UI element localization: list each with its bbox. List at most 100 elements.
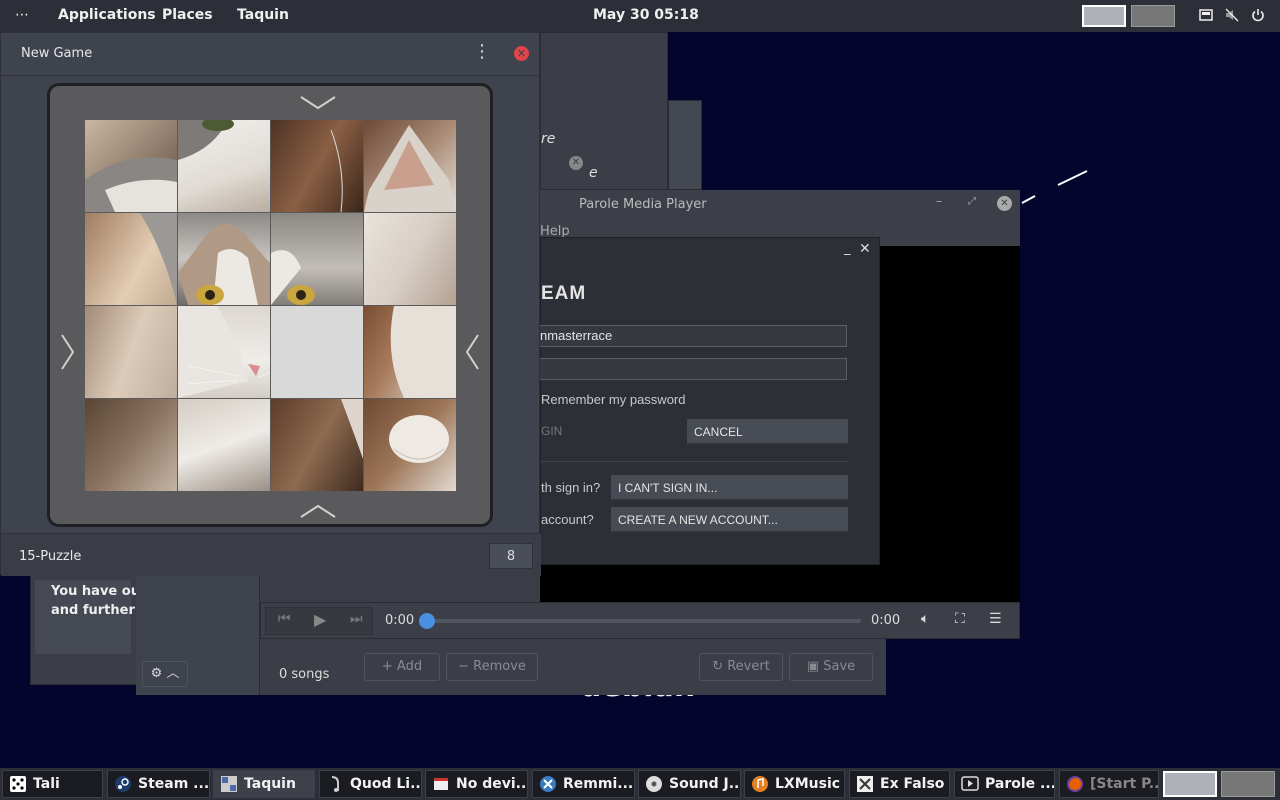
task-label: Parole ... — [985, 776, 1055, 792]
task-label: Remmi... — [563, 776, 634, 792]
puzzle-tile[interactable] — [178, 213, 270, 305]
puzzle-tile[interactable] — [178, 306, 270, 398]
seek-handle[interactable] — [419, 613, 435, 629]
power-icon[interactable] — [1251, 8, 1265, 26]
task-firefox[interactable]: [Start P... — [1059, 770, 1159, 798]
steam-icon — [115, 776, 131, 792]
task-label: Steam ... — [138, 776, 210, 792]
task-ex-falso[interactable]: Ex Falso — [849, 770, 950, 798]
puzzle-tile[interactable] — [271, 399, 363, 491]
chevron-right-icon[interactable] — [59, 333, 77, 378]
firefox-icon — [1067, 776, 1083, 792]
task-quodlibet[interactable]: Quod Li... — [319, 770, 422, 798]
fullscreen-icon[interactable]: ⛶ — [955, 611, 965, 627]
workspace-switcher-1[interactable] — [1163, 771, 1217, 797]
username-field[interactable]: nmasterrace — [539, 325, 847, 347]
puzzle-tile[interactable] — [178, 399, 270, 491]
next-icon[interactable]: ⏭ — [350, 611, 363, 627]
footer-bar: 15-Puzzle 8 — [1, 533, 541, 576]
revert-button[interactable]: ↻ Revert — [699, 653, 783, 681]
remove-label: Remove — [473, 659, 526, 674]
save-button[interactable]: ▣ Save — [789, 653, 873, 681]
create-account-button[interactable]: CREATE A NEW ACCOUNT... — [611, 507, 848, 533]
task-sound-juicer[interactable]: Sound J... — [638, 770, 741, 798]
muted-speaker-icon[interactable] — [1225, 8, 1239, 26]
time-elapsed: 0:00 — [385, 613, 415, 628]
settings-gear-icon[interactable]: ⚙ ︿ — [142, 661, 188, 687]
cancel-button[interactable]: CANCEL — [687, 419, 848, 445]
puzzle-tile[interactable] — [364, 120, 456, 212]
password-field[interactable] — [539, 358, 847, 380]
close-icon[interactable]: ✕ — [859, 241, 871, 257]
trouble-label: th sign in? — [541, 480, 601, 495]
taskbar: Tali Steam ... Taquin Quod Li... No devi… — [0, 768, 1280, 800]
minimize-icon[interactable]: – — [936, 194, 942, 208]
chevron-down-icon[interactable] — [299, 89, 337, 119]
task-label: LXMusic — [775, 776, 841, 792]
task-lxmusic[interactable]: LXMusic — [744, 770, 845, 798]
task-no-device[interactable]: No devi... — [425, 770, 528, 798]
task-label: Taquin — [244, 776, 296, 792]
applications-menu[interactable]: Applications — [58, 7, 156, 23]
previous-icon[interactable]: ⏮ — [278, 611, 291, 627]
task-taquin[interactable]: Taquin — [213, 770, 315, 798]
taquin-icon — [221, 776, 237, 792]
task-label: Ex Falso — [880, 776, 945, 792]
add-button[interactable]: + Add — [364, 653, 440, 681]
remember-password-checkbox[interactable]: Remember my password — [541, 392, 686, 407]
puzzle-tile[interactable] — [271, 120, 363, 212]
transport-group: ⏮ ▶ ⏭ — [265, 607, 373, 635]
seek-bar[interactable] — [419, 613, 861, 629]
workspace-1[interactable] — [1082, 5, 1126, 27]
activities-dots-icon[interactable]: ⋯ — [15, 7, 30, 23]
taquin-window: New Game ⋮ ✕ 15-Puzzle 8 — [0, 32, 541, 576]
playlist-icon[interactable]: ☰ — [989, 611, 1002, 627]
puzzle-tile[interactable] — [364, 213, 456, 305]
account-label: account? — [541, 512, 594, 527]
puzzle-tile[interactable] — [85, 306, 177, 398]
maximize-icon[interactable]: ⤢ — [968, 196, 976, 207]
song-count: 0 songs — [279, 667, 330, 682]
sign-in-button[interactable]: GIN — [541, 424, 562, 438]
soundjuicer-icon — [646, 776, 662, 792]
menu-kebab-icon[interactable]: ⋮ — [473, 43, 491, 61]
close-icon[interactable]: ✕ — [997, 196, 1012, 211]
move-counter: 8 — [489, 543, 533, 569]
puzzle-tile[interactable] — [85, 213, 177, 305]
task-label: Sound J... — [669, 776, 741, 792]
desktop-wallpaper-line — [1021, 170, 1088, 204]
cant-sign-in-button[interactable]: I CAN'T SIGN IN... — [611, 475, 848, 501]
puzzle-tile[interactable] — [364, 399, 456, 491]
network-icon[interactable] — [1199, 8, 1213, 26]
puzzle-type-label[interactable]: 15-Puzzle — [19, 549, 81, 564]
chevron-left-icon[interactable] — [463, 333, 481, 378]
task-tali[interactable]: Tali — [2, 770, 103, 798]
puzzle-tile[interactable] — [364, 306, 456, 398]
chevron-up-icon[interactable] — [299, 497, 337, 527]
app-menu[interactable]: Taquin — [237, 7, 289, 23]
puzzle-tile[interactable] — [85, 399, 177, 491]
volume-icon[interactable]: 🔈︎ — [921, 611, 929, 627]
puzzle-tile[interactable] — [271, 213, 363, 305]
remove-button[interactable]: − Remove — [446, 653, 538, 681]
close-icon[interactable]: ✕ — [514, 46, 529, 61]
minimize-icon[interactable]: _ — [844, 241, 851, 256]
quodlibet-icon — [331, 776, 339, 792]
play-icon[interactable]: ▶ — [314, 610, 326, 629]
info-text-1: You have our — [51, 584, 147, 599]
clock[interactable]: May 30 05:18 — [593, 7, 699, 23]
divider — [541, 461, 848, 462]
window-title: Parole Media Player — [579, 197, 707, 212]
puzzle-tile[interactable] — [178, 120, 270, 212]
device-icon — [434, 778, 448, 790]
task-remmina[interactable]: Remmi... — [532, 770, 635, 798]
places-menu[interactable]: Places — [162, 7, 213, 23]
task-parole[interactable]: Parole ... — [954, 770, 1055, 798]
empty-slot[interactable] — [271, 306, 363, 398]
info-text-2: and further h — [51, 603, 149, 618]
puzzle-tile[interactable] — [85, 120, 177, 212]
workspace-2[interactable] — [1131, 5, 1175, 27]
workspace-switcher-2[interactable] — [1221, 771, 1275, 797]
task-steam[interactable]: Steam ... — [107, 770, 210, 798]
close-icon[interactable]: ✕ — [569, 156, 583, 170]
